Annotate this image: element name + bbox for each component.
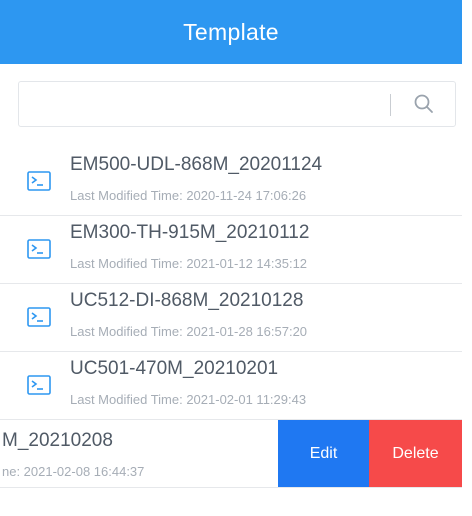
last-modified-time: Last Modified Time: 2021-01-12 14:35:12 <box>70 256 308 271</box>
search-icon[interactable] <box>412 92 436 116</box>
last-modified-time: Last Modified Time: 2020-11-24 17:06:26 <box>70 188 307 203</box>
template-name: M_20210208 <box>2 430 113 451</box>
template-name: EM300-TH-915M_20210112 <box>70 222 310 243</box>
search-divider <box>390 94 391 116</box>
swiped-row-content: M_20210208 ne: 2021-02-08 16:44:37 <box>0 420 278 487</box>
last-modified-time: ne: 2021-02-08 16:44:37 <box>2 464 145 479</box>
edit-button[interactable]: Edit <box>278 420 369 487</box>
template-name: UC512-DI-868M_20210128 <box>70 290 304 311</box>
terminal-file-icon <box>27 307 51 327</box>
list-item[interactable]: EM300-TH-915M_20210112 Last Modified Tim… <box>0 216 462 284</box>
terminal-file-icon <box>27 171 51 191</box>
delete-button[interactable]: Delete <box>369 420 462 487</box>
list-item[interactable]: EM500-UDL-868M_20201124 Last Modified Ti… <box>0 148 462 216</box>
list-item-swiped[interactable]: M_20210208 ne: 2021-02-08 16:44:37 Edit … <box>0 420 462 488</box>
terminal-file-icon <box>27 375 51 395</box>
search-input[interactable] <box>18 81 456 127</box>
list-item[interactable]: UC501-470M_20210201 Last Modified Time: … <box>0 352 462 420</box>
list-item[interactable]: UC512-DI-868M_20210128 Last Modified Tim… <box>0 284 462 352</box>
last-modified-time: Last Modified Time: 2021-02-01 11:29:43 <box>70 392 307 407</box>
template-list: EM500-UDL-868M_20201124 Last Modified Ti… <box>0 148 462 488</box>
page-title: Template <box>183 18 279 45</box>
template-name: UC501-470M_20210201 <box>70 358 279 379</box>
terminal-file-icon <box>27 239 51 259</box>
template-name: EM500-UDL-868M_20201124 <box>70 154 323 175</box>
app-header: Template <box>0 0 462 64</box>
last-modified-time: Last Modified Time: 2021-01-28 16:57:20 <box>70 324 308 339</box>
search-bar <box>0 64 462 148</box>
